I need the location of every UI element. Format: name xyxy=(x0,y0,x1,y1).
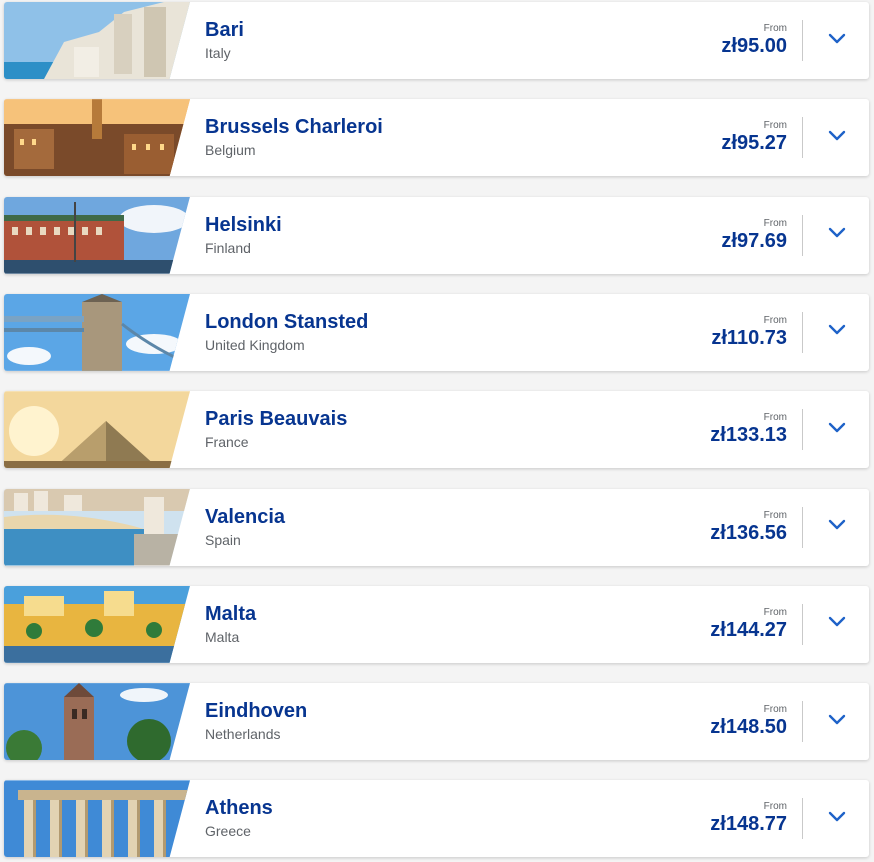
price-from-label: From xyxy=(763,704,787,716)
chevron-down-icon xyxy=(828,421,846,439)
destination-price: zł133.13 xyxy=(710,424,787,447)
destination-card-bari[interactable]: Bari Italy From zł95.00 xyxy=(4,2,869,79)
price-from-label: From xyxy=(763,606,787,618)
destination-city: Paris Beauvais xyxy=(205,408,348,431)
chevron-down-icon xyxy=(828,323,846,341)
destination-city: London Stansted xyxy=(205,310,369,333)
destination-photo xyxy=(4,2,190,79)
destination-photo xyxy=(4,683,190,761)
price-from-label: From xyxy=(763,412,787,424)
destination-country: Belgium xyxy=(205,142,256,159)
divider xyxy=(802,603,803,645)
chevron-down-icon xyxy=(828,129,846,147)
destination-price: zł97.69 xyxy=(721,229,787,252)
expand-button[interactable] xyxy=(804,683,869,760)
destination-price: zł136.56 xyxy=(710,521,787,544)
destination-price: zł95.27 xyxy=(721,132,787,155)
destination-card-athens[interactable]: Athens Greece From zł148.77 xyxy=(4,780,869,858)
destination-country: Finland xyxy=(205,239,251,256)
destination-price: zł95.00 xyxy=(721,35,787,57)
divider xyxy=(802,311,803,353)
chevron-down-icon xyxy=(828,226,846,244)
divider xyxy=(802,798,803,840)
destination-photo xyxy=(4,293,190,371)
destination-card-london-stansted[interactable]: London Stansted United Kingdom From zł11… xyxy=(4,293,869,371)
expand-button[interactable] xyxy=(804,391,869,468)
destination-city: Helsinki xyxy=(205,213,282,236)
destination-card-helsinki[interactable]: Helsinki Finland From zł97.69 xyxy=(4,196,869,274)
destination-price: zł110.73 xyxy=(711,326,787,349)
destination-country: Greece xyxy=(205,823,251,840)
divider xyxy=(802,506,803,548)
destination-photo xyxy=(4,585,190,663)
price-from-label: From xyxy=(763,120,787,132)
divider xyxy=(802,701,803,743)
destination-photo xyxy=(4,488,190,566)
destination-city: Bari xyxy=(205,19,244,41)
expand-button[interactable] xyxy=(804,780,869,857)
destination-photo xyxy=(4,99,190,177)
divider xyxy=(802,20,803,61)
expand-button[interactable] xyxy=(804,197,869,274)
destination-city: Malta xyxy=(205,602,257,625)
destination-photo xyxy=(4,196,190,274)
divider xyxy=(802,117,803,159)
destination-country: Spain xyxy=(205,531,241,548)
destination-country: Malta xyxy=(205,628,240,645)
destination-city: Brussels Charleroi xyxy=(205,116,383,139)
destination-country: United Kingdom xyxy=(205,336,305,353)
chevron-down-icon xyxy=(828,615,846,633)
price-from-label: From xyxy=(763,217,787,229)
expand-button[interactable] xyxy=(804,99,869,176)
destination-list: Bari Italy From zł95.00 Brussels Charler… xyxy=(0,0,874,862)
destination-city: Eindhoven xyxy=(205,700,308,723)
destination-price: zł148.50 xyxy=(710,716,787,739)
destination-country: France xyxy=(205,434,249,451)
chevron-down-icon xyxy=(828,518,846,536)
chevron-down-icon xyxy=(828,713,846,731)
destination-price: zł148.77 xyxy=(710,813,787,836)
destination-photo xyxy=(4,780,190,858)
expand-button[interactable] xyxy=(804,294,869,371)
price-from-label: From xyxy=(763,509,787,521)
destination-card-paris-beauvais[interactable]: Paris Beauvais France From zł133.13 xyxy=(4,391,869,469)
destination-country: Italy xyxy=(205,45,231,61)
destination-photo xyxy=(4,391,190,469)
chevron-down-icon xyxy=(828,810,846,828)
destination-card-malta[interactable]: Malta Malta From zł144.27 xyxy=(4,585,869,663)
destination-price: zł144.27 xyxy=(710,618,787,641)
expand-button[interactable] xyxy=(804,2,869,79)
divider xyxy=(802,409,803,451)
destination-card-brussels-charleroi[interactable]: Brussels Charleroi Belgium From zł95.27 xyxy=(4,99,869,177)
destination-card-eindhoven[interactable]: Eindhoven Netherlands From zł148.50 xyxy=(4,683,869,761)
price-from-label: From xyxy=(763,23,787,34)
price-from-label: From xyxy=(763,801,787,813)
expand-button[interactable] xyxy=(804,586,869,663)
divider xyxy=(802,214,803,256)
destination-city: Athens xyxy=(205,797,273,820)
destination-country: Netherlands xyxy=(205,726,281,743)
chevron-down-icon xyxy=(828,32,846,50)
expand-button[interactable] xyxy=(804,489,869,566)
price-from-label: From xyxy=(763,314,787,326)
destination-city: Valencia xyxy=(205,505,286,528)
destination-card-valencia[interactable]: Valencia Spain From zł136.56 xyxy=(4,488,869,566)
